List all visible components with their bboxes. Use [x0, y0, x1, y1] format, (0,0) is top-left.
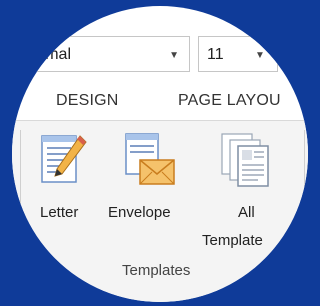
all-templates-button[interactable]: All Template [196, 132, 296, 262]
all-templates-label-line1: All [238, 204, 255, 221]
font-size-select[interactable]: 11 ▼ [198, 36, 278, 72]
magnifier-lens: ormal ▼ 11 ▼ DESIGN PAGE LAYOU Letter En… [12, 6, 308, 302]
all-templates-label-line2: Template [202, 232, 263, 249]
font-size-value: 11 [207, 46, 224, 63]
font-style-value: ormal [31, 46, 72, 63]
group-divider [20, 130, 21, 290]
group-divider [304, 130, 305, 290]
tab-design[interactable]: DESIGN [56, 92, 119, 110]
ribbon-tabs: DESIGN PAGE LAYOU [12, 86, 308, 116]
envelope-button[interactable]: Envelope [104, 132, 194, 232]
tab-page-layout[interactable]: PAGE LAYOU [178, 92, 281, 110]
templates-group-label: Templates [122, 262, 191, 279]
ribbon-viewport: ormal ▼ 11 ▼ DESIGN PAGE LAYOU Letter En… [12, 6, 308, 302]
envelope-button-label: Envelope [108, 204, 171, 221]
all-templates-icon [220, 132, 272, 188]
letter-button[interactable]: Letter [36, 132, 102, 232]
letter-button-label: Letter [40, 204, 79, 221]
chevron-down-icon: ▼ [169, 50, 179, 61]
letter-pencil-icon [40, 132, 88, 188]
envelope-icon [120, 132, 176, 190]
chevron-down-icon: ▼ [255, 50, 265, 61]
font-style-select[interactable]: ormal ▼ [14, 36, 190, 72]
